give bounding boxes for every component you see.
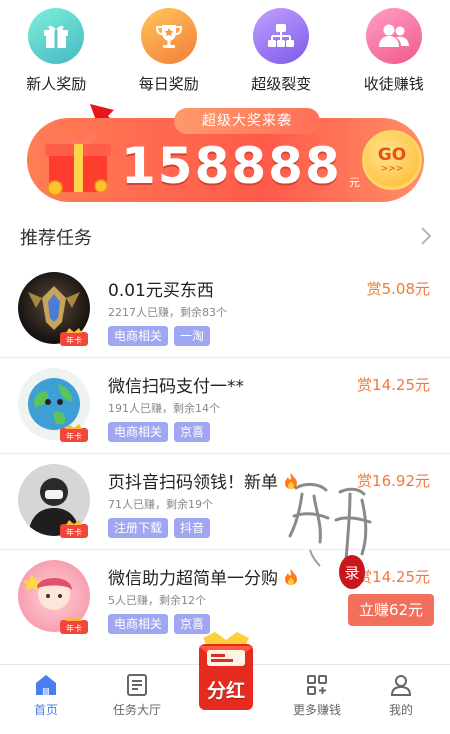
task-item[interactable]: 年卡 微信扫码支付一** 191人已赚，剩余14个 电商相关 京喜 赏14.25… [0, 358, 450, 454]
task-meta: 191人已赚，剩余14个 [108, 402, 220, 415]
annual-card-badge-icon: 年卡 [60, 520, 88, 538]
task-tags: 电商相关 京喜 [108, 422, 211, 442]
task-reward: 赏16.92元 [357, 472, 430, 490]
task-meta: 5人已赚，剩余12个 [108, 594, 206, 607]
category-label: 新人奖励 [26, 75, 87, 93]
go-arrows: >>> [380, 164, 404, 174]
task-tag: 电商相关 [108, 326, 169, 346]
category-super-fission[interactable]: 超级裂变 [225, 0, 338, 100]
grid-icon [307, 675, 327, 695]
task-tags: 注册下载 抖音 [108, 518, 211, 538]
trophy-icon [140, 8, 197, 64]
profile-icon [390, 675, 412, 696]
recommended-tasks-header[interactable]: 推荐任务 [0, 214, 450, 258]
svg-text:年卡: 年卡 [66, 623, 82, 633]
network-icon [253, 8, 310, 64]
nav-mine[interactable]: 我的 [356, 673, 446, 718]
category-label: 收徒赚钱 [363, 75, 424, 93]
category-daily-reward[interactable]: 每日奖励 [113, 0, 226, 100]
task-tag: 一淘 [174, 326, 211, 346]
task-tags: 电商相关 一淘 [108, 326, 211, 346]
task-reward: 赏14.25元 [357, 568, 430, 586]
section-title: 推荐任务 [20, 228, 92, 249]
svg-text:年卡: 年卡 [66, 527, 82, 537]
gift-box-icon [45, 133, 111, 196]
nav-label: 分红 [206, 680, 245, 702]
task-list-icon [127, 674, 147, 696]
task-meta: 71人已赚，剩余19个 [108, 498, 213, 511]
nav-label: 任务大厅 [112, 703, 161, 717]
task-tag: 注册下载 [108, 518, 169, 538]
go-label: GO [377, 145, 407, 165]
home-icon [36, 675, 56, 695]
nav-dividend[interactable]: 分红 [195, 632, 257, 712]
task-meta: 2217人已赚，剩余83个 [108, 306, 227, 319]
nav-more-earn[interactable]: 更多赚钱 [272, 673, 362, 718]
category-label: 超级裂变 [251, 75, 312, 93]
task-title: 0.01元买东西 [108, 281, 214, 301]
users-icon [365, 8, 422, 64]
svg-text:年卡: 年卡 [66, 335, 82, 345]
task-tag: 电商相关 [108, 422, 169, 442]
task-title-text: 微信助力超简单一分购 [108, 569, 278, 589]
nav-label: 首页 [33, 703, 58, 717]
task-tag: 电商相关 [108, 614, 169, 634]
task-title: 微信扫码支付一** [108, 377, 244, 397]
task-title-text: 页抖音扫码领钱！新单 [108, 473, 278, 493]
task-list: 年卡 0.01元买东西 2217人已赚，剩余83个 电商相关 一淘 赏5.08元… [0, 262, 450, 646]
jackpot-banner[interactable]: 超级大奖来袭 158888 元 GO >>> [27, 108, 424, 202]
nav-home[interactable]: 首页 [1, 673, 91, 718]
category-apprentice-earn[interactable]: 收徒赚钱 [338, 0, 450, 100]
task-tags: 电商相关 京喜 [108, 614, 211, 634]
annual-card-badge-icon: 年卡 [60, 328, 88, 346]
chevron-right-icon[interactable] [420, 226, 432, 246]
task-tag: 抖音 [174, 518, 211, 538]
nav-label: 我的 [388, 703, 413, 717]
category-bar: 新人奖励 每日奖励 超级裂变 收徒赚钱 [0, 0, 450, 100]
category-label: 每日奖励 [138, 75, 199, 93]
category-new-user-reward[interactable]: 新人奖励 [0, 0, 113, 100]
task-reward: 赏5.08元 [366, 280, 430, 298]
fire-icon [285, 473, 298, 489]
nav-label: 更多赚钱 [292, 703, 341, 717]
earn-now-button[interactable]: 立赚62元 [348, 594, 434, 626]
task-title: 页抖音扫码领钱！新单 [108, 468, 299, 493]
task-tag: 京喜 [174, 614, 211, 634]
annual-card-badge-icon: 年卡 [60, 424, 88, 442]
go-button[interactable]: GO >>> [362, 130, 422, 190]
banner-tag: 超级大奖来袭 [174, 108, 320, 134]
annual-card-badge-icon: 年卡 [60, 616, 88, 634]
jackpot-amount: 158888 [121, 137, 342, 195]
task-item[interactable]: 年卡 0.01元买东西 2217人已赚，剩余83个 电商相关 一淘 赏5.08元 [0, 262, 450, 358]
task-item[interactable]: 年卡 页抖音扫码领钱！新单 71人已赚，剩余19个 注册下载 抖音 赏16.92… [0, 454, 450, 550]
task-title: 微信助力超简单一分购 [108, 564, 299, 589]
gift-icon [28, 8, 85, 64]
jackpot-unit: 元 [349, 176, 360, 189]
task-reward: 赏14.25元 [357, 376, 430, 394]
svg-text:年卡: 年卡 [66, 431, 82, 441]
fire-icon [285, 569, 298, 585]
nav-task-hall[interactable]: 任务大厅 [92, 673, 182, 718]
task-tag: 京喜 [174, 422, 211, 442]
